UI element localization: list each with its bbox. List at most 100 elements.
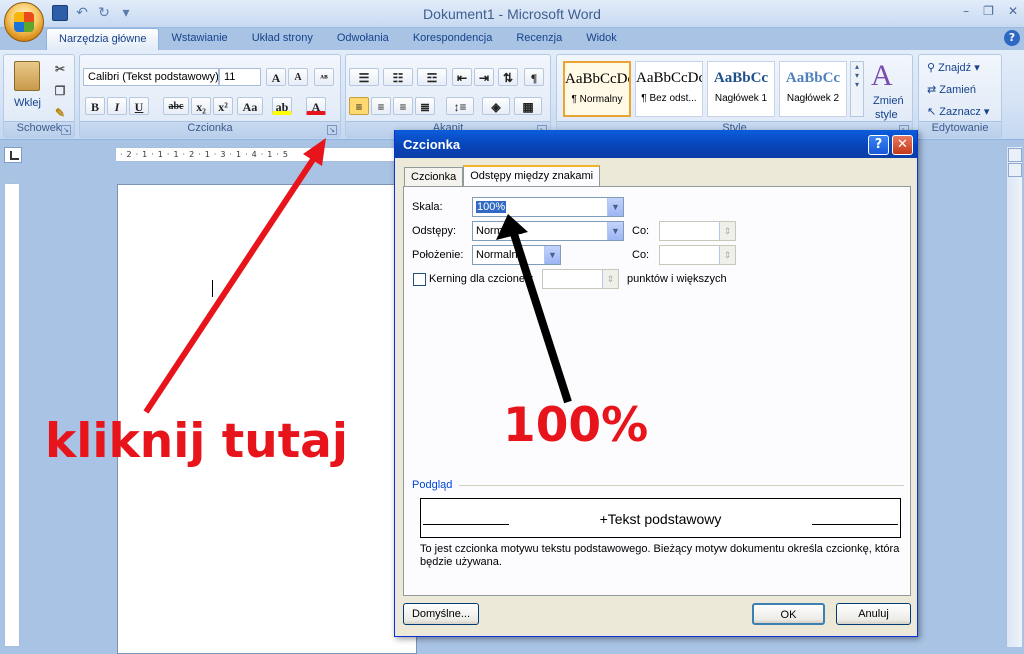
increase-indent-icon[interactable]: ⇥	[474, 68, 494, 86]
spacing-label: Odstępy:	[412, 225, 457, 237]
change-styles-label-1[interactable]: Zmień	[873, 95, 904, 107]
spacing-by-input[interactable]: ⇕	[659, 221, 736, 241]
dialog-title: Czcionka	[395, 130, 917, 158]
line-spacing-icon[interactable]: ↕≡	[446, 97, 474, 115]
select-button[interactable]: ↖ Zaznacz ▾	[927, 105, 989, 118]
spinner-icon[interactable]: ⇕	[602, 270, 618, 288]
align-right-icon[interactable]: ≡	[393, 97, 413, 115]
show-formatting-icon[interactable]: ¶	[524, 68, 544, 86]
font-size-select[interactable]: 11	[219, 68, 261, 86]
chevron-down-icon[interactable]: ▼	[607, 222, 623, 240]
grow-font-icon[interactable]: A	[266, 68, 286, 86]
chevron-down-icon[interactable]: ▼	[544, 246, 560, 264]
tab-insert[interactable]: Wstawianie	[159, 28, 239, 50]
justify-icon[interactable]: ≣	[415, 97, 435, 115]
help-icon[interactable]: ?	[1004, 30, 1020, 46]
font-dialog-launcher[interactable]: ↘	[327, 125, 337, 135]
style-name: Nagłówek 1	[714, 93, 768, 104]
align-left-icon[interactable]: ≡	[349, 97, 369, 115]
scale-select[interactable]: 100% ▼	[472, 197, 624, 217]
clipboard-launcher[interactable]: ↘	[61, 125, 71, 135]
format-painter-icon[interactable]: ✎	[50, 103, 70, 121]
preview-box: +Tekst podstawowy	[420, 498, 901, 538]
preview-divider	[459, 485, 904, 486]
underline-icon[interactable]: U	[129, 97, 149, 115]
scroll-up-icon[interactable]	[1008, 163, 1022, 177]
tab-font[interactable]: Czcionka	[404, 167, 464, 187]
sort-icon[interactable]: ⇅	[498, 68, 518, 86]
window-controls: – ❐ ✕	[963, 4, 1018, 18]
shrink-font-icon[interactable]: A	[288, 68, 308, 86]
kerning-checkbox[interactable]	[413, 273, 426, 286]
paste-button[interactable]: Wklej	[14, 97, 41, 109]
align-center-icon[interactable]: ≡	[371, 97, 391, 115]
spacing-value: Normalne	[476, 225, 524, 237]
decrease-indent-icon[interactable]: ⇤	[452, 68, 472, 86]
dialog-help-button[interactable]: ?	[868, 135, 889, 155]
paste-icon[interactable]	[14, 61, 40, 91]
subscript-icon[interactable]: x₂	[191, 97, 211, 115]
bold-icon[interactable]: B	[85, 97, 105, 115]
style-no-spacing[interactable]: AaBbCcDc ¶ Bez odst...	[635, 61, 703, 117]
kerning-label: Kerning dla czcionek:	[429, 273, 534, 285]
cut-icon[interactable]: ✂	[50, 59, 70, 77]
ok-button[interactable]: OK	[752, 603, 825, 625]
highlight-icon[interactable]: ab	[272, 97, 292, 115]
group-label-editing: Edytowanie	[919, 121, 1001, 137]
change-case-icon[interactable]: Aa	[237, 97, 263, 115]
group-label-font: Czcionka	[80, 121, 340, 137]
office-button[interactable]	[4, 2, 44, 42]
borders-icon[interactable]: ▦	[514, 97, 542, 115]
style-normal[interactable]: AaBbCcDc ¶ Normalny	[563, 61, 631, 117]
binoculars-icon: ⚲	[927, 62, 939, 74]
tab-page-layout[interactable]: Układ strony	[240, 28, 325, 50]
multilevel-list-icon[interactable]: ☲	[417, 68, 447, 86]
copy-icon[interactable]: ❐	[50, 81, 70, 99]
close-button[interactable]: ✕	[1008, 4, 1018, 18]
change-styles-label-2[interactable]: style	[875, 109, 898, 121]
position-by-input[interactable]: ⇕	[659, 245, 736, 265]
numbering-icon[interactable]: ☷	[383, 68, 413, 86]
ruler-toggle-icon[interactable]	[1008, 148, 1022, 162]
restore-button[interactable]: ❐	[983, 4, 994, 18]
replace-label: Zamień	[939, 84, 976, 96]
kerning-size-input[interactable]: ⇕	[542, 269, 619, 289]
superscript-icon[interactable]: x²	[213, 97, 233, 115]
vertical-scrollbar[interactable]	[1006, 147, 1022, 647]
styles-scroll[interactable]: ▴ ▾ ▾	[850, 61, 864, 117]
dialog-close-button[interactable]: ✕	[892, 135, 913, 155]
italic-icon[interactable]: I	[107, 97, 127, 115]
scale-label: Skala:	[412, 201, 443, 213]
find-button[interactable]: ⚲ Znajdź ▾	[927, 61, 980, 74]
ribbon-tabs: Narzędzia główne Wstawianie Układ strony…	[46, 28, 629, 50]
select-label: Zaznacz	[939, 106, 981, 118]
style-sample: AaBbCcDc	[636, 70, 702, 86]
tab-references[interactable]: Odwołania	[325, 28, 401, 50]
chevron-down-icon[interactable]: ▼	[607, 198, 623, 216]
horizontal-ruler[interactable]: ·2·1·1·1·2·1·3·1·4·1·5	[115, 147, 405, 162]
clear-format-icon[interactable]: ᴬᴮ	[314, 68, 334, 86]
group-editing: ⚲ Znajdź ▾ ⇄ Zamień ↖ Zaznacz ▾ Edytowan…	[918, 54, 1002, 138]
replace-button[interactable]: ⇄ Zamień	[927, 83, 976, 96]
default-button[interactable]: Domyślne...	[403, 603, 479, 625]
style-heading-1[interactable]: AaBbCc Nagłówek 1	[707, 61, 775, 117]
tab-character-spacing[interactable]: Odstępy między znakami	[463, 165, 601, 187]
strikethrough-icon[interactable]: abc	[163, 97, 189, 115]
tab-selector-icon[interactable]	[4, 147, 22, 163]
tab-review[interactable]: Recenzja	[504, 28, 574, 50]
position-select[interactable]: Normalne ▼	[472, 245, 561, 265]
shading-icon[interactable]: ◈	[482, 97, 510, 115]
spinner-icon[interactable]: ⇕	[719, 246, 735, 264]
cancel-button[interactable]: Anuluj	[836, 603, 911, 625]
font-color-icon[interactable]: A	[306, 97, 326, 115]
font-name-select[interactable]: Calibri (Tekst podstawowy)	[83, 68, 219, 86]
tab-mailings[interactable]: Korespondencja	[401, 28, 505, 50]
spacing-select[interactable]: Normalne ▼	[472, 221, 624, 241]
tab-view[interactable]: Widok	[574, 28, 629, 50]
bullets-icon[interactable]: ☰	[349, 68, 379, 86]
spinner-icon[interactable]: ⇕	[719, 222, 735, 240]
tab-home[interactable]: Narzędzia główne	[46, 28, 160, 50]
change-styles-icon[interactable]: A	[871, 59, 893, 93]
minimize-button[interactable]: –	[963, 4, 969, 18]
style-heading-2[interactable]: AaBbCc Nagłówek 2	[779, 61, 847, 117]
